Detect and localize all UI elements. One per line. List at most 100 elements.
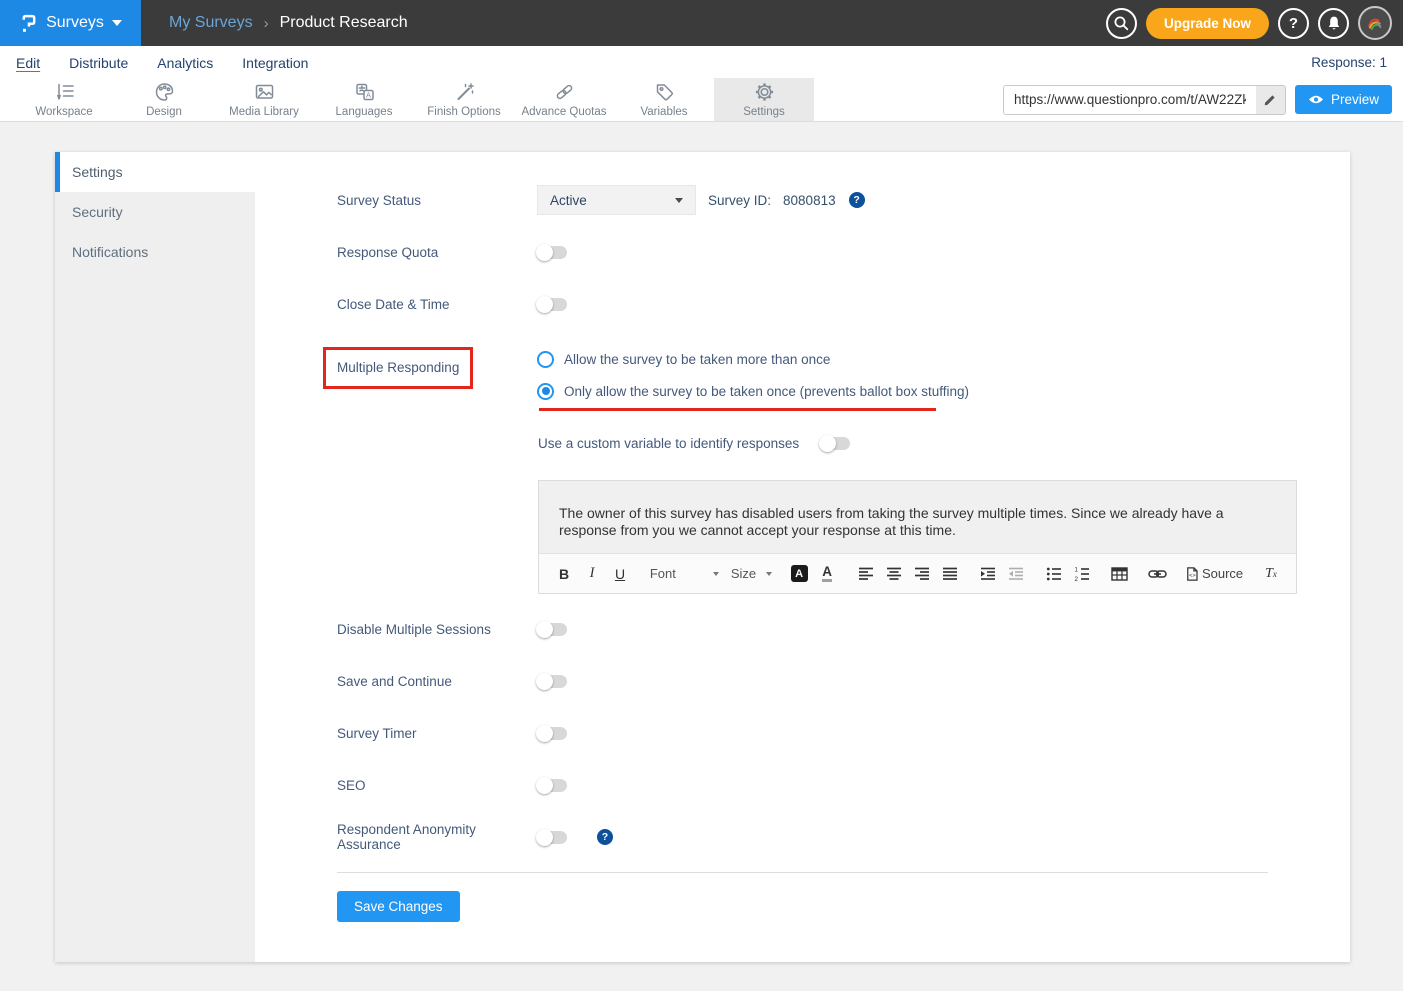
italic-button[interactable]: I <box>580 561 604 587</box>
toggle-knob <box>536 296 553 313</box>
edit-url-button[interactable] <box>1256 86 1285 114</box>
settings-gear-icon <box>753 81 776 103</box>
background-color-button[interactable]: A <box>789 561 813 587</box>
toolbar-item-label: Variables <box>640 106 687 118</box>
multiple-responding-section: Multiple Responding Allow the survey to … <box>337 349 1350 411</box>
workspace-icon <box>53 81 76 103</box>
survey-status-value: Active <box>550 193 587 208</box>
multiple-responding-options: Allow the survey to be taken more than o… <box>537 349 969 411</box>
help-button[interactable]: ? <box>1278 8 1309 39</box>
response-count: Response: 1 <box>1311 55 1387 70</box>
svg-text:2: 2 <box>1074 576 1078 582</box>
toolbar-item-advance-quotas[interactable]: Advance Quotas <box>514 78 614 121</box>
survey-timer-toggle[interactable] <box>537 727 567 740</box>
align-left-button[interactable] <box>854 561 878 587</box>
response-quota-toggle[interactable] <box>537 246 567 259</box>
upgrade-now-button[interactable]: Upgrade Now <box>1146 8 1269 39</box>
align-right-icon <box>914 566 931 582</box>
source-document-icon: <> <box>1186 566 1198 582</box>
survey-id-group: Survey ID: 8080813 <box>708 193 836 208</box>
search-icon <box>1113 15 1130 32</box>
survey-status-select[interactable]: Active <box>537 185 696 215</box>
align-justify-button[interactable] <box>938 561 962 587</box>
toolbar-item-design[interactable]: Design <box>114 78 214 121</box>
save-changes-button[interactable]: Save Changes <box>337 891 460 922</box>
notifications-button[interactable] <box>1318 8 1349 39</box>
edit-toolbar: Workspace Design Media Library A <box>0 78 1403 122</box>
decrease-indent-button[interactable] <box>1004 561 1028 587</box>
multiple-responding-label: Multiple Responding <box>337 360 459 375</box>
increase-indent-button[interactable] <box>976 561 1000 587</box>
toolbar-item-languages[interactable]: A Languages <box>314 78 414 121</box>
svg-text:<>: <> <box>1189 573 1196 579</box>
survey-section-nav: Edit Distribute Analytics Integration Re… <box>0 46 1403 78</box>
survey-id-value: 8080813 <box>783 193 836 208</box>
toolbar-item-workspace[interactable]: Workspace <box>14 78 114 121</box>
toolbar-item-finish-options[interactable]: Finish Options <box>414 78 514 121</box>
bell-icon <box>1326 15 1342 32</box>
custom-variable-toggle[interactable] <box>820 437 850 450</box>
toggle-knob <box>536 777 553 794</box>
respondent-anonymity-toggle[interactable] <box>537 831 567 844</box>
toolbar-item-variables[interactable]: Variables <box>614 78 714 121</box>
survey-url-input[interactable] <box>1004 86 1256 114</box>
numbered-list-button[interactable]: 12 <box>1070 561 1094 587</box>
align-right-button[interactable] <box>910 561 934 587</box>
survey-status-label: Survey Status <box>337 193 537 208</box>
radio-selected-icon[interactable] <box>537 383 554 400</box>
app-header: Surveys My Surveys › Product Research Up… <box>0 0 1403 46</box>
underline-button[interactable]: U <box>608 561 632 587</box>
save-and-continue-toggle[interactable] <box>537 675 567 688</box>
search-button[interactable] <box>1106 8 1137 39</box>
text-color-button[interactable]: A <box>817 561 841 587</box>
insert-link-button[interactable] <box>1146 561 1170 587</box>
toolbar-item-media-library[interactable]: Media Library <box>214 78 314 121</box>
annotation-red-underline <box>539 408 936 411</box>
finish-options-icon <box>453 81 476 103</box>
breadcrumb-my-surveys[interactable]: My Surveys <box>169 14 253 32</box>
tab-integration[interactable]: Integration <box>242 53 308 71</box>
survey-id-help-icon[interactable]: ? <box>849 192 865 208</box>
survey-timer-row: Survey Timer <box>337 723 1350 743</box>
size-dropdown[interactable]: Size <box>727 561 775 587</box>
survey-url-field <box>1003 85 1286 115</box>
remove-format-button[interactable]: Tx <box>1259 561 1283 587</box>
editor-toolbar: B I U Font Size A A <box>539 553 1296 593</box>
tab-analytics[interactable]: Analytics <box>157 53 213 71</box>
radio-option-once-only[interactable]: Only allow the survey to be taken once (… <box>537 381 969 401</box>
text-color-icon: A <box>822 565 832 582</box>
sidebar-item-notifications[interactable]: Notifications <box>55 232 255 272</box>
disable-multiple-sessions-toggle[interactable] <box>537 623 567 636</box>
toolbar-item-label: Finish Options <box>427 106 501 118</box>
preview-button[interactable]: Preview <box>1295 85 1392 114</box>
chevron-down-icon <box>766 572 772 576</box>
tab-distribute[interactable]: Distribute <box>69 53 128 71</box>
font-dropdown[interactable]: Font <box>646 561 723 587</box>
bold-button[interactable]: B <box>552 561 576 587</box>
radio-unselected-icon[interactable] <box>537 351 554 368</box>
toolbar-item-settings[interactable]: Settings <box>714 78 814 121</box>
editor-message[interactable]: The owner of this survey has disabled us… <box>539 481 1296 553</box>
radio-option-multiple-allowed[interactable]: Allow the survey to be taken more than o… <box>537 349 969 369</box>
bulleted-list-button[interactable] <box>1042 561 1066 587</box>
align-center-button[interactable] <box>882 561 906 587</box>
toggle-knob <box>536 673 553 690</box>
tab-edit[interactable]: Edit <box>16 53 40 71</box>
sidebar-item-security[interactable]: Security <box>55 192 255 232</box>
insert-table-button[interactable] <box>1108 561 1132 587</box>
product-switcher[interactable]: Surveys <box>0 0 141 46</box>
settings-sidebar: Settings Security Notifications <box>55 152 255 962</box>
sidebar-item-settings[interactable]: Settings <box>55 152 255 192</box>
chevron-down-icon <box>713 572 719 576</box>
pencil-icon <box>1263 93 1277 107</box>
toolbar-right: Preview <box>1003 78 1403 121</box>
close-date-label: Close Date & Time <box>337 297 537 312</box>
source-button[interactable]: <> Source <box>1184 561 1246 587</box>
seo-toggle[interactable] <box>537 779 567 792</box>
respondent-anonymity-help-icon[interactable]: ? <box>597 829 613 845</box>
user-avatar[interactable] <box>1358 6 1392 40</box>
size-dropdown-label: Size <box>731 566 756 581</box>
custom-variable-label: Use a custom variable to identify respon… <box>538 436 799 451</box>
close-date-toggle[interactable] <box>537 298 567 311</box>
settings-main: Survey Status Active Survey ID: 8080813 … <box>255 152 1350 962</box>
